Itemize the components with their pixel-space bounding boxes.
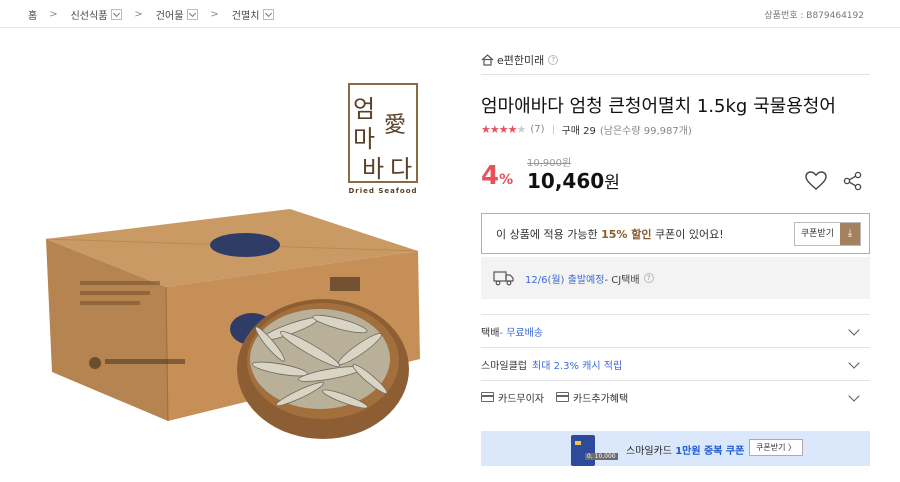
breadcrumb-category-1[interactable]: 신선식품: [71, 7, 123, 22]
seller-name[interactable]: e편한미래: [497, 52, 544, 68]
chevron-right-icon: >: [49, 9, 58, 20]
banner-card-note: 0, 10,000: [585, 453, 618, 460]
download-icon[interactable]: ⤓: [840, 223, 860, 245]
card-icon: [556, 392, 569, 402]
ship-carrier: - CJ택배: [604, 274, 640, 286]
smileclub-row[interactable]: 스마일클럽 최대 2.3% 캐시 적립: [481, 347, 870, 380]
help-icon[interactable]: ?: [548, 55, 559, 65]
sale-price: 10,460원: [527, 168, 620, 193]
star-icon: ★: [507, 123, 518, 136]
get-coupon-button[interactable]: 쿠폰받기 ⤓: [793, 222, 861, 246]
breadcrumb-category-3[interactable]: 건멸치: [232, 7, 275, 22]
divider: [552, 125, 554, 134]
coupon-message-post: 쿠폰이 있어요!: [651, 227, 724, 241]
product-title: 엄마애바다 엄청 큰청어멸치 1.5kg 국물용청어: [481, 96, 836, 117]
discount-rate: 4%: [481, 161, 513, 191]
banner-text-pre: 스마일카드: [626, 446, 676, 457]
delivery-option-row[interactable]: 택배 - 무료배송: [481, 314, 870, 347]
discount-value: 4: [481, 161, 500, 191]
discount-unit: %: [499, 172, 514, 188]
remaining-stock: (남은수량 99,987개): [599, 126, 692, 137]
star-icon: ★: [516, 123, 527, 136]
smilecard-coupon-banner[interactable]: 0, 10,000 스마일카드 1만원 중복 쿠폰 쿠폰받기 〉: [481, 431, 870, 466]
breadcrumb-category-2[interactable]: 건어물: [156, 7, 199, 22]
banner-text: 스마일카드 1만원 중복 쿠폰: [626, 442, 744, 457]
rating-stars[interactable]: ★★★★★: [481, 123, 527, 136]
chevron-right-icon: >: [134, 9, 143, 20]
credit-card-icon: [571, 435, 595, 466]
help-icon[interactable]: ?: [643, 273, 654, 283]
breadcrumb-home-label[interactable]: 홈: [28, 7, 37, 22]
sale-price-value: 10,460: [527, 169, 605, 193]
chevron-down-icon[interactable]: [187, 9, 199, 20]
coupon-notice: 이 상품에 적용 가능한 15% 할인 쿠폰이 있어요! 쿠폰받기 ⤓: [481, 213, 870, 254]
breadcrumb-category-3-label[interactable]: 건멸치: [232, 7, 260, 22]
store-home-icon: [481, 54, 494, 66]
review-count[interactable]: (7): [530, 124, 544, 135]
coupon-highlight: 15% 할인: [601, 227, 652, 241]
chevron-down-icon[interactable]: [848, 390, 860, 402]
card-extra-benefit[interactable]: 카드추가혜택: [573, 390, 628, 405]
delivery-value: - 무료배송: [499, 327, 543, 339]
chevron-down-icon[interactable]: [848, 324, 860, 336]
delivery-label: 택배: [481, 327, 500, 339]
share-icon[interactable]: [843, 171, 863, 191]
chevron-down-icon[interactable]: [848, 357, 860, 369]
ship-date: 12/6(월) 출발예정: [525, 274, 605, 286]
star-icon: ★: [498, 123, 509, 136]
banner-coupon-button[interactable]: 쿠폰받기 〉: [749, 439, 803, 456]
star-icon: ★: [481, 123, 491, 136]
breadcrumb-home[interactable]: 홈: [28, 7, 37, 22]
rating-row: ★★★★★ (7) 구매 29 (남은수량 99,987개): [481, 122, 692, 137]
banner-highlight: 1만원 중복 쿠폰: [675, 446, 745, 457]
heart-icon[interactable]: [805, 171, 827, 191]
divider: [481, 74, 870, 75]
shipping-info: 12/6(월) 출발예정 - CJ택배 ?: [481, 257, 870, 299]
breadcrumb-category-2-label[interactable]: 건어물: [156, 7, 184, 22]
original-price: 10,900원: [527, 158, 572, 169]
breadcrumb: 홈 > 신선식품 > 건어물 > 건멸치 상품번호 : B879464192: [0, 0, 900, 28]
smileclub-value: 최대 2.3% 캐시 적립: [532, 360, 623, 372]
card-icon: [481, 392, 494, 402]
card-free-installment[interactable]: 카드무이자: [498, 390, 544, 405]
coupon-message-pre: 이 상품에 적용 가능한: [496, 227, 602, 241]
seller-link[interactable]: e편한미래 ?: [481, 52, 559, 68]
product-image[interactable]: 엄 마 愛 바 다 Dried Seafood: [0, 29, 470, 482]
star-icon: ★: [489, 123, 500, 136]
chevron-down-icon[interactable]: [263, 9, 275, 20]
product-number: 상품번호 : B879464192: [764, 11, 864, 21]
purchase-count: 구매 29: [561, 126, 596, 137]
chevron-right-icon: >: [210, 9, 219, 20]
coupon-message: 이 상품에 적용 가능한 15% 할인 쿠폰이 있어요!: [496, 226, 724, 242]
breadcrumb-category-1-label[interactable]: 신선식품: [71, 7, 108, 22]
sale-price-unit: 원: [604, 173, 620, 193]
product-photo: [45, 209, 420, 439]
truck-icon: [493, 271, 514, 286]
chevron-down-icon[interactable]: [111, 9, 123, 20]
smileclub-label: 스마일클럽: [481, 360, 527, 372]
get-coupon-label[interactable]: 쿠폰받기: [795, 223, 840, 245]
card-benefits-row[interactable]: 카드무이자 카드추가혜택: [481, 380, 870, 413]
